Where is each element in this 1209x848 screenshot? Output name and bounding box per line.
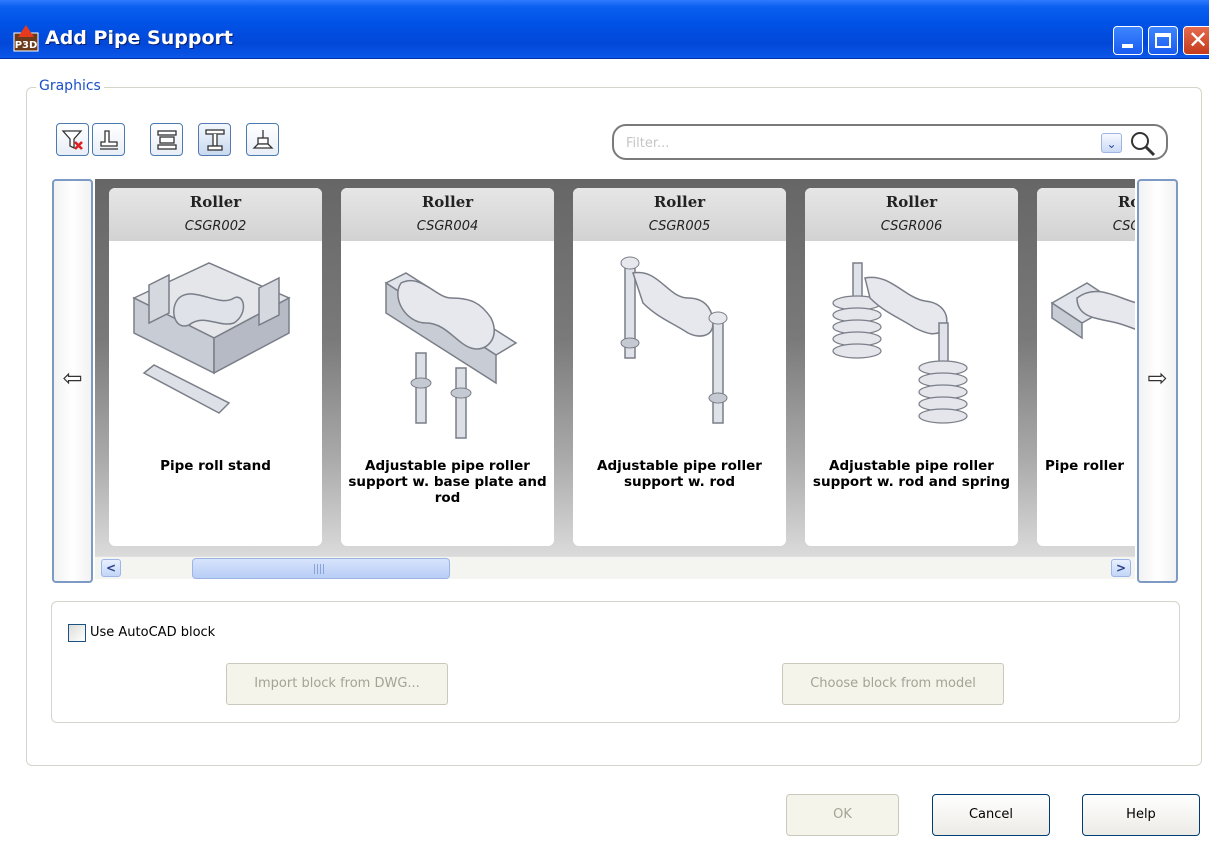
filter-dropdown-button[interactable]: ⌄ [1101, 133, 1122, 153]
minimize-button[interactable] [1113, 26, 1143, 55]
pipe-roll-stand-image [132, 262, 291, 414]
card-type: Roller [189, 193, 242, 211]
chevron-right-icon: > [1115, 561, 1127, 575]
filter-clear-icon [61, 130, 83, 150]
cancel-button[interactable]: Cancel [932, 794, 1050, 836]
support-card[interactable]: Roller CSGR002 Pipe roll stand [109, 188, 322, 546]
chevron-left-icon: < [105, 561, 117, 575]
card-header: Roller CSGR004 [341, 188, 554, 241]
gallery-prev-button[interactable]: ⇦ [52, 179, 93, 583]
clamp-support-button[interactable] [150, 123, 183, 156]
roller-support-button[interactable] [198, 123, 231, 156]
maximize-icon [1155, 33, 1171, 48]
ok-button[interactable]: OK [786, 794, 899, 836]
gallery-scrollbar[interactable]: < > [95, 556, 1135, 579]
roller-rod-spring-image [832, 262, 968, 424]
graphics-group-label: Graphics [36, 78, 104, 94]
close-button[interactable]: ✕ [1183, 26, 1209, 55]
card-code: CSGR005 [648, 219, 711, 234]
search-icon[interactable] [1128, 129, 1158, 157]
roller-rod-image [620, 256, 728, 424]
card-description: Pipe roll stand [160, 458, 271, 474]
choose-block-button[interactable]: Choose block from model [782, 663, 1004, 705]
filter-clear-button[interactable] [56, 123, 89, 156]
card-type: Roller [1117, 193, 1135, 211]
window-title: Add Pipe Support [45, 27, 233, 49]
card-description: Adjustable pipe roller support w. base p… [348, 458, 547, 506]
shoe-support-button[interactable] [92, 123, 125, 156]
minimize-icon [1122, 44, 1133, 48]
scrollbar-thumb[interactable] [192, 558, 450, 579]
p3d-app-icon: P3D [13, 25, 39, 52]
card-description: Pipe roller [1045, 458, 1125, 474]
support-card[interactable]: Roller CSGR004 Adjustable pipe roller su… [341, 188, 554, 546]
grip-icon [314, 564, 326, 574]
card-header: Roller CSGR002 [109, 188, 322, 241]
arrow-right-icon: ⇨ [1147, 364, 1168, 392]
base-support-button[interactable] [246, 123, 279, 156]
scroll-right-button[interactable]: > [1111, 559, 1131, 577]
card-code: CSGR004 [416, 219, 479, 234]
card-description: Adjustable pipe roller support w. rod [597, 458, 762, 490]
clamp-support-icon [157, 130, 177, 150]
arrow-left-icon: ⇦ [62, 364, 83, 392]
card-header: Roller CSGR005 [573, 188, 786, 241]
card-type: Roller [421, 193, 474, 211]
card-code: CSGR002 [184, 219, 247, 234]
close-icon: ✕ [1188, 26, 1209, 54]
base-support-icon [252, 130, 274, 149]
chevron-down-icon: ⌄ [1106, 137, 1117, 151]
title-bar[interactable]: P3D Add Pipe Support ✕ [0, 0, 1209, 59]
import-block-button[interactable]: Import block from DWG... [226, 663, 448, 705]
roller-support-icon [205, 129, 225, 151]
card-description: Adjustable pipe roller support w. rod an… [812, 458, 1011, 490]
support-card[interactable]: Roller CSGR006 Adjustable pipe roller su… [805, 188, 1018, 546]
card-code: CSGR006 [880, 219, 943, 234]
filter-box: ⌄ [612, 124, 1168, 160]
card-code: CSGR007 [1112, 219, 1135, 234]
maximize-button[interactable] [1148, 26, 1178, 55]
filter-input[interactable] [624, 132, 1084, 154]
support-card[interactable]: Roller CSGR005 Adjustable pipe roller su… [573, 188, 786, 546]
support-card[interactable]: Roller CSGR007 Pipe roller [1037, 188, 1135, 546]
card-type: Roller [885, 193, 938, 211]
shoe-support-icon [100, 130, 118, 150]
scroll-left-button[interactable]: < [101, 559, 121, 577]
pipe-roller-image [1050, 282, 1135, 340]
help-button[interactable]: Help [1082, 794, 1200, 836]
use-autocad-block-checkbox[interactable] [68, 624, 86, 642]
gallery-next-button[interactable]: ⇨ [1137, 179, 1178, 583]
roller-base-plate-rod-image [384, 272, 518, 439]
card-header: Roller CSGR007 [1037, 188, 1135, 241]
use-autocad-block-label[interactable]: Use AutoCAD block [90, 625, 215, 640]
card-type: Roller [653, 193, 706, 211]
card-header: Roller CSGR006 [805, 188, 1018, 241]
support-gallery: Roller CSGR002 Pipe roll stand Roller CS… [95, 179, 1135, 579]
autocad-block-group [51, 601, 1180, 723]
svg-text:P3D: P3D [15, 40, 38, 51]
